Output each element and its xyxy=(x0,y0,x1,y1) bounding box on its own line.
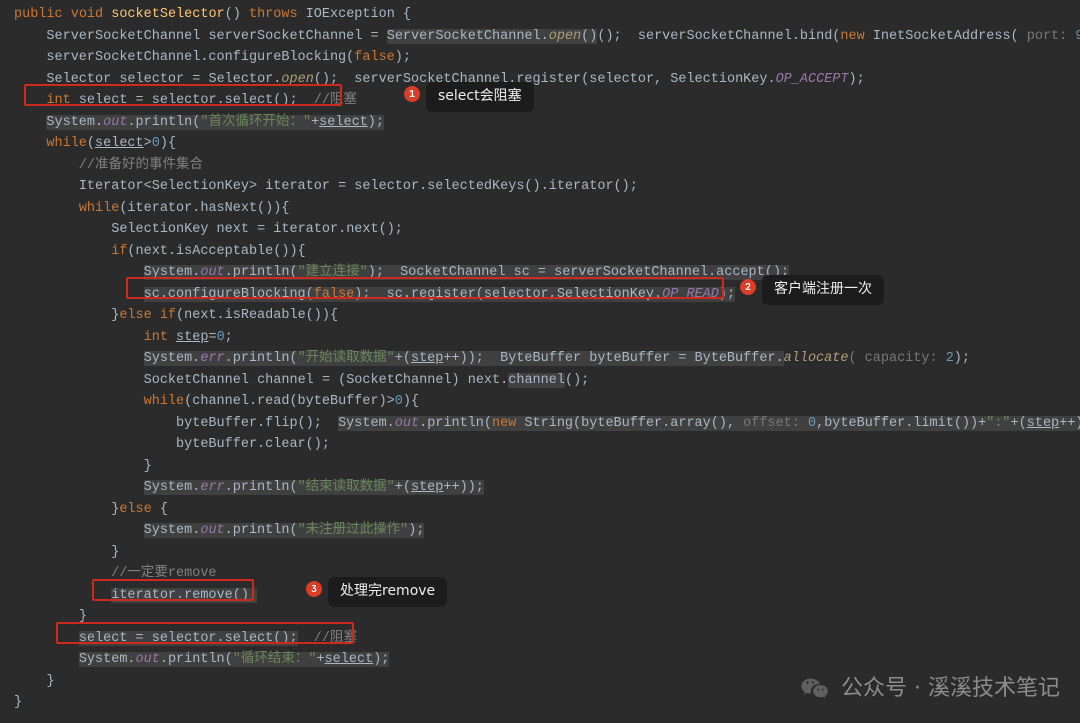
code-line: System.err.println("结束读取数据"+(step++)); xyxy=(14,480,484,495)
code-line: }else { xyxy=(14,502,168,517)
code-line: //准备好的事件集合 xyxy=(14,158,203,173)
code-line: while(channel.read(byteBuffer)>0){ xyxy=(14,394,419,409)
code-line: }else if(next.isReadable()){ xyxy=(14,308,338,323)
highlight-box-1 xyxy=(24,84,342,106)
code-line: byteBuffer.flip(); System.out.println(ne… xyxy=(14,416,1080,431)
code-line: } xyxy=(14,545,119,560)
code-line: while(iterator.hasNext()){ xyxy=(14,201,289,216)
code-line: while(select>0){ xyxy=(14,136,176,151)
watermark-text: 公众号 · 溪溪技术笔记 xyxy=(841,678,1060,700)
code-line: SelectionKey next = iterator.next(); xyxy=(14,222,403,237)
code-line: if(next.isAcceptable()){ xyxy=(14,244,306,259)
wechat-icon xyxy=(799,673,831,705)
code-line: System.err.println("开始读取数据"+(step++)); B… xyxy=(14,351,970,366)
watermark: 公众号 · 溪溪技术笔记 xyxy=(799,673,1060,705)
code-line: System.out.println("未注册过此操作"); xyxy=(14,523,424,538)
annotation-badge-2: 2 xyxy=(740,279,756,295)
code-line: System.out.println("循环结束："+select); xyxy=(14,652,389,667)
code-line: } xyxy=(14,674,55,689)
annotation-badge-1: 1 xyxy=(404,86,420,102)
highlight-box-3 xyxy=(92,579,254,601)
code-line: } xyxy=(14,695,22,710)
code-line: System.out.println("首次循环开始："+select); xyxy=(14,115,384,130)
code-line: ServerSocketChannel serverSocketChannel … xyxy=(14,29,1080,44)
highlight-box-4 xyxy=(56,622,354,644)
highlight-box-2 xyxy=(126,277,724,299)
code-line: byteBuffer.clear(); xyxy=(14,437,330,452)
code-line: public void socketSelector() throws IOEx… xyxy=(14,7,411,22)
code-line: int step=0; xyxy=(14,330,233,345)
code-line: Iterator<SelectionKey> iterator = select… xyxy=(14,179,638,194)
code-line: SocketChannel channel = (SocketChannel) … xyxy=(14,373,589,388)
annotation-label-2: 客户端注册一次 xyxy=(762,275,884,305)
code-editor[interactable]: public void socketSelector() throws IOEx… xyxy=(14,4,1080,714)
annotation-badge-3: 3 xyxy=(306,581,322,597)
annotation-label-1: select会阻塞 xyxy=(426,82,534,112)
code-line: } xyxy=(14,459,152,474)
code-line: serverSocketChannel.configureBlocking(fa… xyxy=(14,50,411,65)
annotation-label-3: 处理完remove xyxy=(328,577,447,607)
